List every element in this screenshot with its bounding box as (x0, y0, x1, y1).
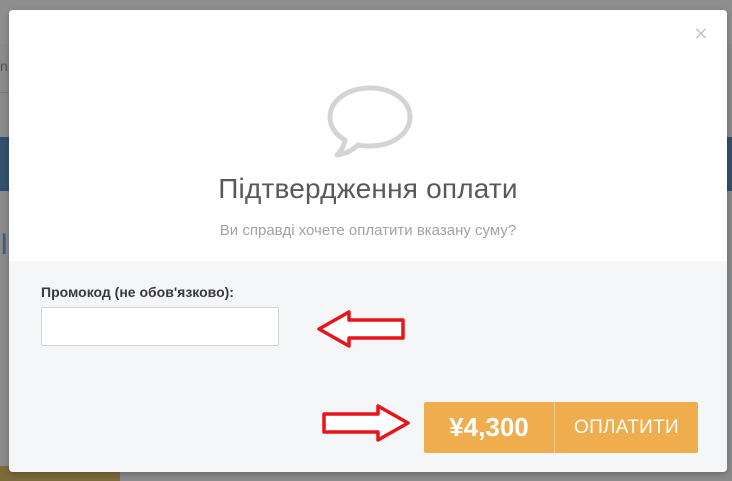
modal-title: Підтвердження оплати (218, 173, 518, 204)
payment-confirmation-modal: × Підтвердження оплати Ви справді хочете… (9, 10, 727, 472)
pay-button[interactable]: ¥4,300 ОПЛАТИТИ (424, 402, 698, 453)
speech-bubble-icon (327, 85, 413, 158)
promo-code-input[interactable] (41, 307, 279, 346)
promo-code-label: Промокод (не обов'язково): (41, 284, 234, 300)
background-text: n (0, 58, 8, 74)
pay-button-label: ОПЛАТИТИ (573, 417, 680, 438)
close-icon[interactable]: × (693, 25, 709, 43)
modal-body: Промокод (не обов'язково): ¥4,300 ОПЛАТИ… (9, 261, 727, 472)
pay-amount: ¥4,300 (424, 402, 555, 453)
background-glyph: I (0, 228, 9, 261)
annotation-arrow-left-icon (317, 310, 405, 348)
modal-header: × Підтвердження оплати Ви справді хочете… (9, 10, 727, 261)
modal-subtitle: Ви справді хочете оплатити вказану суму? (219, 222, 517, 239)
annotation-arrow-right-icon (322, 404, 410, 442)
